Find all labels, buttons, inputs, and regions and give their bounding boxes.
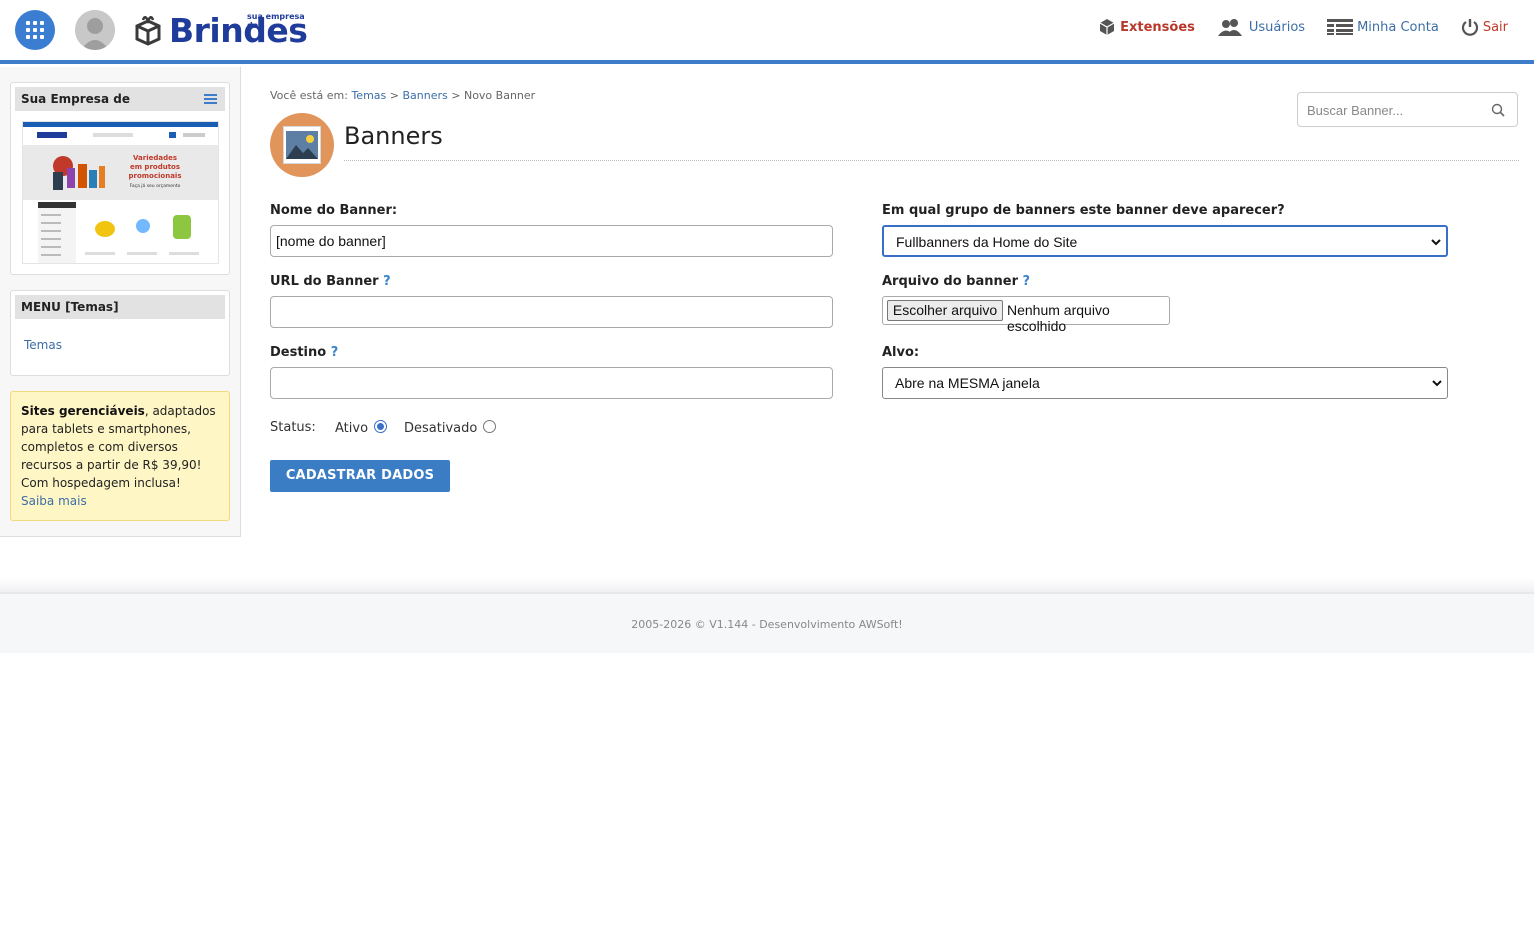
footer: 2005-2026 © V1.144 - Desenvolvimento AWS…	[0, 592, 1534, 653]
search-box	[1297, 92, 1518, 127]
sidebar-item-temas[interactable]: Temas	[24, 338, 62, 352]
nav-exit-label: Sair	[1482, 19, 1508, 35]
user-silhouette-icon	[75, 10, 115, 50]
help-icon[interactable]: ?	[383, 274, 391, 289]
breadcrumb-banners[interactable]: Banners	[402, 89, 447, 102]
hamburger-icon[interactable]	[204, 94, 217, 105]
avatar[interactable]	[75, 10, 115, 50]
chevron-down-icon	[1432, 380, 1442, 387]
top-nav: Extensões Usuários Minha Conta Sair	[1076, 18, 1508, 36]
banner-url-input[interactable]	[270, 296, 833, 328]
gift-box-icon	[135, 16, 161, 46]
chevron-down-icon	[1431, 239, 1441, 246]
cube-icon	[1099, 19, 1115, 35]
target-label: Alvo:	[882, 345, 920, 360]
site-thumbnail[interactable]: Variedades em produtos promocionais Faça…	[22, 121, 219, 264]
site-thumbnail-image: Variedades em produtos promocionais Faça…	[23, 122, 218, 263]
power-icon	[1461, 19, 1478, 36]
apps-menu-button[interactable]	[15, 10, 55, 50]
page-title: Banners	[344, 122, 443, 150]
nav-exit[interactable]: Sair	[1461, 18, 1508, 36]
brand-tagline: sua empresa de	[247, 12, 305, 30]
help-icon[interactable]: ?	[1023, 274, 1031, 289]
account-list-icon	[1327, 19, 1354, 35]
search-icon[interactable]	[1491, 103, 1505, 117]
banner-name-label: Nome do Banner:	[270, 203, 398, 218]
page-icon	[270, 113, 334, 177]
breadcrumb-prefix: Você está em:	[270, 89, 348, 102]
status-inactive-label: Desativado	[404, 421, 478, 436]
banner-file-label: Arquivo do banner ?	[882, 274, 1030, 289]
title-divider	[344, 160, 1519, 161]
site-preview-title-text: Sua Empresa de	[21, 92, 130, 106]
site-preview-title: Sua Empresa de	[15, 87, 225, 111]
banner-group-label: Em qual grupo de banners este banner dev…	[882, 203, 1285, 218]
thumb-hero-line-1: em produtos	[130, 163, 180, 171]
nav-users[interactable]: Usuários	[1217, 18, 1305, 36]
search-input[interactable]	[1307, 101, 1487, 119]
nav-account-label: Minha Conta	[1357, 19, 1439, 35]
destination-label-text: Destino	[270, 345, 327, 360]
breadcrumb-sep: >	[451, 89, 461, 102]
choose-file-button[interactable]: Escolher arquivo	[887, 300, 1003, 321]
nav-account[interactable]: Minha Conta	[1327, 18, 1439, 36]
file-name-text: Nenhum arquivo escolhido	[1007, 302, 1110, 334]
status-inactive-radio[interactable]	[483, 420, 497, 433]
menu-box-title: MENU [Temas]	[15, 295, 225, 319]
promo-more-link[interactable]: Saiba mais	[21, 494, 87, 508]
nav-users-label: Usuários	[1248, 19, 1306, 35]
banner-url-label-text: URL do Banner	[270, 274, 379, 289]
help-icon[interactable]: ?	[331, 345, 339, 360]
nav-extensions[interactable]: Extensões	[1098, 18, 1195, 36]
submit-button[interactable]: CADASTRAR DADOS	[270, 460, 450, 492]
banner-group-value: Fullbanners da Home do Site	[896, 234, 1078, 250]
status-active-option[interactable]: Ativo	[335, 420, 388, 436]
banner-file-input[interactable]: Escolher arquivo Nenhum arquivo escolhid…	[882, 296, 1170, 334]
grid-icon	[26, 21, 44, 39]
status-active-radio[interactable]	[374, 420, 388, 433]
top-header: Brindes sua empresa de Extensões Usuário…	[0, 0, 1534, 60]
brand-logo[interactable]: Brindes sua empresa de	[133, 12, 318, 50]
status-active-label: Ativo	[335, 421, 369, 436]
banner-group-select[interactable]: Fullbanners da Home do Site	[882, 225, 1448, 257]
thumb-hero-line-0: Variedades	[133, 154, 177, 162]
image-icon	[283, 126, 321, 164]
thumb-hero-sub: Faça já seu orçamento	[130, 182, 181, 189]
breadcrumb: Você está em: Temas > Banners > Novo Ban…	[270, 89, 535, 102]
breadcrumb-temas[interactable]: Temas	[351, 89, 386, 102]
sidebar: Sua Empresa de Variedades em produtos pr…	[0, 67, 241, 537]
destination-input[interactable]	[270, 367, 833, 399]
status-inactive-option[interactable]: Desativado	[404, 420, 497, 436]
banner-url-label: URL do Banner ?	[270, 274, 391, 289]
nav-extensions-label: Extensões	[1120, 19, 1195, 35]
footer-shadow	[0, 578, 1534, 592]
breadcrumb-sep: >	[389, 89, 399, 102]
users-icon	[1217, 19, 1242, 36]
promo-bold: Sites gerenciáveis	[21, 404, 145, 418]
target-value: Abre na MESMA janela	[895, 375, 1040, 391]
banner-name-input[interactable]	[270, 225, 833, 257]
promo-box: Sites gerenciáveis, adaptados para table…	[10, 391, 230, 521]
status-label: Status:	[270, 420, 316, 435]
destination-label: Destino ?	[270, 345, 338, 360]
thumb-hero-line-2: promocionais	[128, 172, 181, 180]
header-divider	[0, 60, 1534, 64]
banner-file-label-text: Arquivo do banner	[882, 274, 1018, 289]
target-select[interactable]: Abre na MESMA janela	[882, 367, 1448, 399]
footer-text: 2005-2026 © V1.144 - Desenvolvimento AWS…	[631, 618, 903, 631]
breadcrumb-current: Novo Banner	[463, 89, 536, 102]
site-preview-box: Sua Empresa de Variedades em produtos pr…	[10, 82, 230, 275]
menu-box: MENU [Temas] Temas	[10, 290, 230, 376]
